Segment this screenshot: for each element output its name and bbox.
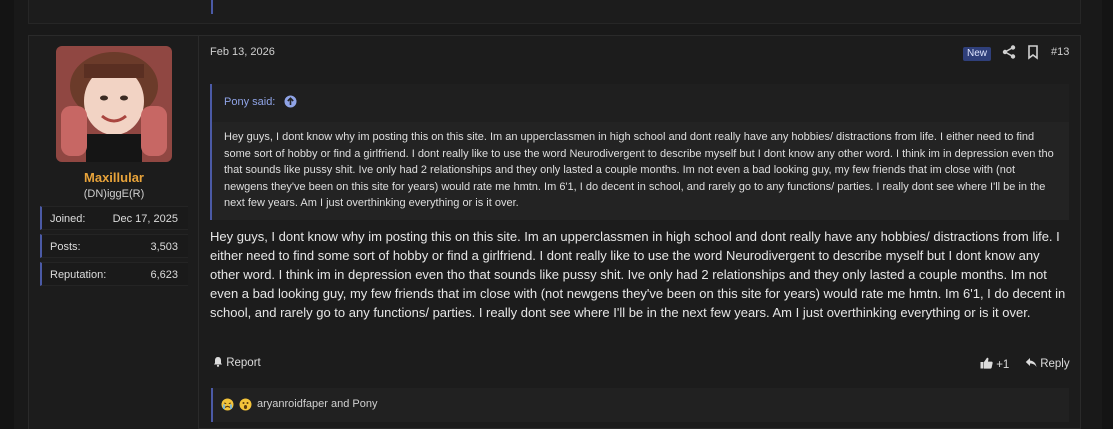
report-label: Report bbox=[226, 357, 261, 369]
stat-label: Joined: bbox=[50, 213, 86, 225]
bell-icon bbox=[213, 357, 226, 369]
reaction-users[interactable]: aryanroidfaper and Pony bbox=[257, 398, 377, 410]
quote-header bbox=[212, 84, 1069, 122]
like-count: +1 bbox=[996, 359, 1010, 371]
username[interactable]: Maxillular bbox=[29, 170, 199, 185]
share-icon[interactable] bbox=[1001, 44, 1017, 60]
report-button[interactable]: Report bbox=[213, 356, 261, 369]
avatar[interactable] bbox=[56, 46, 172, 162]
like-button[interactable]: +1 bbox=[980, 357, 1009, 371]
stat-posts: Posts: 3,503 bbox=[40, 234, 188, 258]
reply-label: Reply bbox=[1040, 358, 1070, 370]
arrow-up-circle-icon[interactable] bbox=[284, 95, 297, 108]
astonished-face-icon bbox=[239, 398, 252, 411]
stat-reputation: Reputation: 6,623 bbox=[40, 262, 188, 286]
post-main: Feb 13, 2026 New #13 Pony said: Hey guys… bbox=[200, 36, 1081, 429]
user-pane: Maxillular (DN)iggE(R) Joined: Dec 17, 2… bbox=[29, 36, 199, 429]
post-number[interactable]: #13 bbox=[1051, 46, 1069, 58]
post-date[interactable]: Feb 13, 2026 bbox=[210, 46, 275, 58]
post: Maxillular (DN)iggE(R) Joined: Dec 17, 2… bbox=[28, 35, 1081, 429]
bookmark-icon[interactable] bbox=[1025, 44, 1041, 60]
crying-face-icon bbox=[221, 398, 234, 411]
stat-label: Posts: bbox=[50, 241, 81, 253]
post-actions: Report +1 Reply bbox=[210, 355, 1070, 375]
stat-label: Reputation: bbox=[50, 269, 107, 281]
reactions-bar[interactable]: aryanroidfaper and Pony bbox=[211, 388, 1069, 422]
thumbs-up-icon bbox=[980, 357, 996, 371]
quote-attribution[interactable]: Pony said: bbox=[224, 96, 275, 108]
reply-button[interactable]: Reply bbox=[1025, 357, 1070, 370]
user-title: (DN)iggE(R) bbox=[83, 188, 145, 200]
stat-value: Dec 17, 2025 bbox=[112, 213, 178, 225]
new-badge: New bbox=[963, 47, 992, 61]
quote-text: Hey guys, I dont know why im posting thi… bbox=[224, 131, 1054, 209]
quote-block: Pony said: Hey guys, I dont know why im … bbox=[210, 84, 1069, 220]
stat-value: 3,503 bbox=[150, 241, 178, 253]
post-body: Hey guys, I dont know why im posting thi… bbox=[210, 229, 1066, 320]
reply-arrow-icon bbox=[1025, 358, 1040, 370]
previous-post-bottom bbox=[28, 0, 1081, 24]
stat-value: 6,623 bbox=[150, 269, 178, 281]
stat-joined: Joined: Dec 17, 2025 bbox=[40, 206, 188, 230]
